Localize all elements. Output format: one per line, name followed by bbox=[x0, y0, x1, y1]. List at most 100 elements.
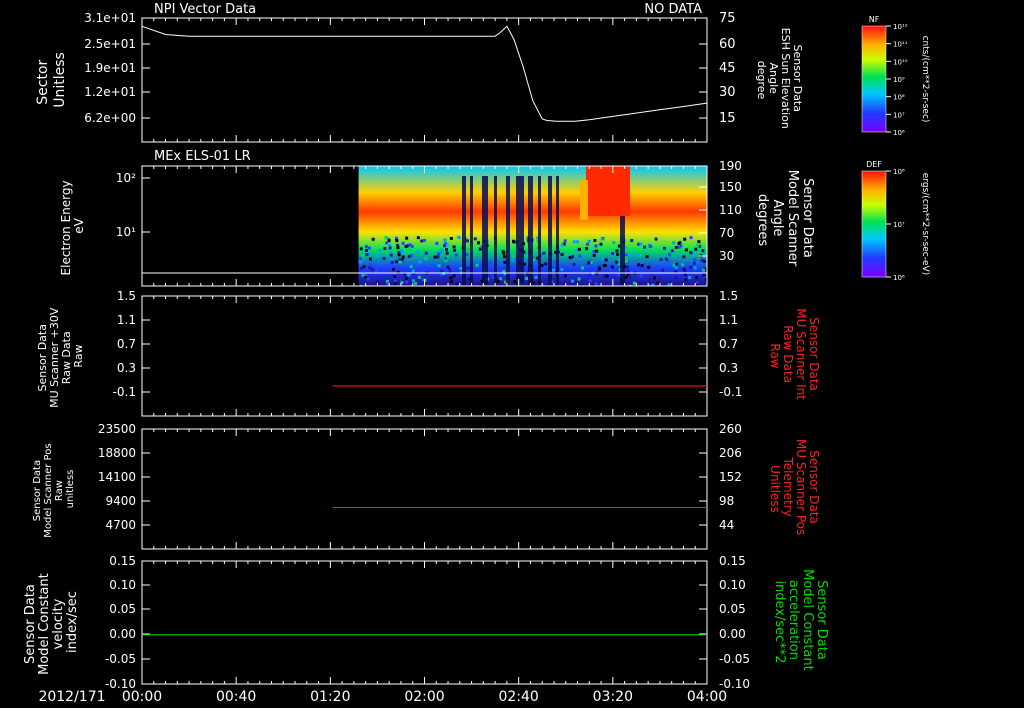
ylabel-left-4-line-3: unitless bbox=[65, 470, 76, 509]
spectrogram-cell bbox=[389, 253, 393, 257]
spectrogram-cell bbox=[664, 257, 668, 261]
spectrogram-cell bbox=[700, 259, 704, 263]
spectrogram-cell bbox=[684, 278, 688, 282]
ylabel-left-1-line-0: Sector bbox=[35, 59, 51, 104]
colorbar-def-ticks: 10⁸ 10⁷ 10⁶ bbox=[886, 168, 905, 282]
colorbar-def: DEF 10⁸ 10⁷ 10⁶ ergs/(cm**2-sr-sec-eV) bbox=[861, 160, 930, 282]
ylabel-right-4-line-3: Unitless bbox=[768, 465, 782, 513]
time-tick-label: 01:20 bbox=[310, 689, 350, 705]
spectrogram-cell bbox=[648, 278, 652, 282]
colorbar-def-gradient bbox=[861, 170, 887, 278]
y-tick-label-right: 15 bbox=[719, 111, 736, 126]
spectrogram-cell bbox=[692, 261, 696, 265]
spectrogram-cell bbox=[419, 269, 423, 273]
y-tick-label-right: 260 bbox=[719, 422, 742, 436]
colorbar-def-unit: ergs/(cm**2-sr-sec-eV) bbox=[920, 173, 930, 275]
spectrogram-cell bbox=[368, 257, 372, 261]
spectrogram-cell bbox=[387, 238, 391, 242]
y-tick-label-right: 44 bbox=[719, 518, 734, 532]
spectrogram-cell bbox=[396, 246, 400, 250]
spectrogram-cell bbox=[359, 256, 363, 260]
spectrogram-cell bbox=[534, 275, 538, 279]
y-tick-label-left: 3.1e+01 bbox=[84, 11, 136, 25]
spectrogram-cell bbox=[615, 260, 619, 264]
spectrogram-cell bbox=[465, 239, 469, 243]
colorbar-tick-label: 10⁷ bbox=[893, 221, 905, 229]
spectrogram-cell bbox=[410, 244, 414, 248]
spectrogram-cell bbox=[409, 265, 413, 269]
spectrogram-cell bbox=[395, 239, 399, 243]
ylabel-right-3-line-2: Raw Data bbox=[781, 325, 795, 383]
ylabel-right-3-line-1: MU Scanner Int bbox=[794, 308, 808, 400]
spectrogram-cell bbox=[416, 249, 420, 253]
spectrogram-cell bbox=[661, 268, 665, 272]
y-tick-label-right: -0.1 bbox=[719, 385, 742, 399]
spectrogram-cell bbox=[497, 249, 501, 253]
spectrogram-cell bbox=[645, 255, 649, 259]
y-tick-label-left: 4700 bbox=[105, 518, 136, 532]
y-tick-label-left: -0.1 bbox=[113, 385, 136, 399]
spectrogram-cell bbox=[511, 258, 515, 262]
ylabel-right-5-line-0: Sensor Data bbox=[814, 580, 829, 660]
spectrogram-cell bbox=[533, 266, 537, 270]
spectrogram-cell bbox=[683, 237, 687, 241]
colorbar-tick-label: 10⁷ bbox=[893, 111, 905, 119]
spectrogram-cell bbox=[488, 261, 492, 265]
spectrogram-cell bbox=[388, 246, 392, 250]
spectrogram-cell bbox=[674, 276, 678, 280]
spectrogram-cell bbox=[693, 266, 697, 270]
ylabel-left-4-line-1: Model Scanner Pos bbox=[43, 443, 54, 537]
y-tick-label-right: 1.1 bbox=[719, 313, 738, 327]
spectrogram-cell bbox=[513, 280, 517, 284]
spectrogram-cell bbox=[577, 247, 581, 251]
spectrogram-cell bbox=[453, 248, 457, 252]
spectrogram-cell bbox=[563, 274, 567, 278]
ylabel-right-5: Sensor Data Model Constant acceleration … bbox=[772, 569, 829, 675]
spectrogram-cell bbox=[654, 237, 658, 241]
y-tick-label-left: 2.5e+01 bbox=[84, 37, 136, 51]
y-tick-label-left: 23500 bbox=[98, 422, 136, 436]
spectrogram-cell bbox=[563, 239, 567, 243]
spectrogram-cell bbox=[602, 274, 606, 278]
spectrogram-cell bbox=[499, 277, 503, 281]
spectrogram-cell bbox=[577, 277, 581, 281]
spectrogram-cell bbox=[643, 245, 647, 249]
spectrogram-cell bbox=[594, 282, 598, 286]
spectrogram-cell bbox=[397, 253, 401, 257]
panel-constant: 0.150.100.050.00-0.05-0.100.150.100.050.… bbox=[105, 554, 750, 691]
ylabel-left-5-line-2: velocity bbox=[51, 598, 66, 649]
y-tick-label-right: 75 bbox=[719, 11, 736, 26]
y-tick-label-right: 0.00 bbox=[719, 627, 746, 641]
spectrogram-cell bbox=[455, 282, 459, 286]
spectrogram-cell bbox=[587, 261, 591, 265]
y-tick-label-left: 18800 bbox=[98, 446, 136, 460]
spectrogram-cell bbox=[604, 258, 608, 262]
y-tick-label-right: 206 bbox=[719, 446, 742, 460]
time-tick-label: 00:40 bbox=[216, 689, 256, 705]
y-tick-label-left: 6.2e+00 bbox=[84, 111, 136, 125]
colorbar-nf-gradient bbox=[861, 25, 887, 133]
ylabel-right-3-line-0: Sensor Data bbox=[807, 317, 821, 391]
ylabel-right-2-line-3: degrees bbox=[755, 194, 770, 247]
y-tick-label-left: 10¹ bbox=[116, 225, 136, 239]
spectrogram-cell bbox=[612, 241, 616, 245]
spectrogram-cell bbox=[423, 238, 427, 242]
spectrogram-cell bbox=[689, 236, 693, 240]
spectrogram-cell bbox=[366, 277, 370, 281]
spectrogram-cell bbox=[578, 254, 582, 258]
spectrogram-cell bbox=[571, 255, 575, 259]
time-tick-label: 02:00 bbox=[404, 689, 444, 705]
spectrogram-cell bbox=[627, 253, 631, 257]
ylabel-left-4-line-2: Raw bbox=[54, 480, 65, 501]
time-tick-label: 00:00 bbox=[122, 689, 162, 705]
colorbar-tick-label: 10⁶ bbox=[893, 129, 905, 137]
spectrogram-cell bbox=[689, 251, 693, 255]
spectrogram-cell bbox=[600, 237, 604, 241]
spectrogram-cell bbox=[449, 236, 453, 240]
spectrogram-cell bbox=[597, 267, 601, 271]
spectrogram-cell bbox=[560, 243, 564, 247]
ylabel-left-2: Electron Energy eV bbox=[59, 177, 86, 276]
spectrogram-cell bbox=[400, 248, 404, 252]
spectrogram-cell bbox=[540, 263, 544, 267]
spectrogram-cell bbox=[610, 265, 614, 269]
